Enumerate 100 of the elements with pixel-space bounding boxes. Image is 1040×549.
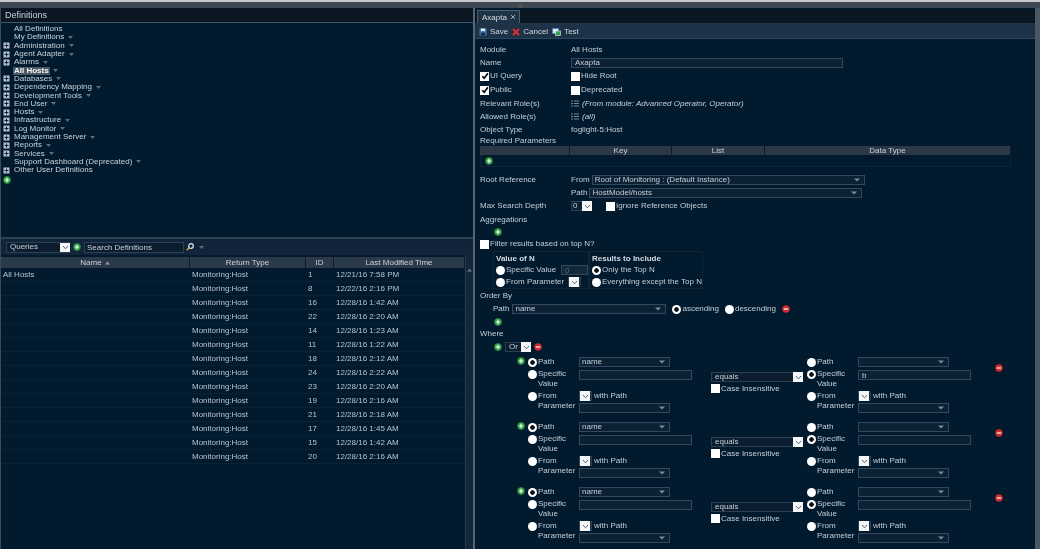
checkbox[interactable] [711, 384, 720, 394]
menu-caret-icon[interactable] [60, 127, 66, 131]
radio-button[interactable] [528, 499, 537, 509]
expand-icon[interactable] [3, 133, 10, 141]
remove-icon[interactable] [995, 429, 1003, 437]
column-header[interactable]: Return Type [190, 257, 306, 268]
column-header[interactable]: List [672, 146, 765, 156]
column-header[interactable]: Key [570, 146, 672, 156]
combo-box[interactable]: Or [505, 342, 531, 352]
text-field[interactable] [579, 370, 692, 380]
tree-item[interactable]: Infrastructure [13, 116, 63, 125]
radio-button[interactable] [807, 391, 816, 401]
combo-box[interactable] [858, 456, 871, 466]
combo-box[interactable]: equals [711, 437, 803, 447]
list-icon[interactable] [571, 100, 580, 107]
menu-caret-icon[interactable] [136, 160, 142, 164]
scroll-up-icon[interactable] [467, 268, 472, 272]
radio-button[interactable] [807, 369, 816, 379]
combo-box[interactable] [858, 391, 871, 401]
expand-icon[interactable] [3, 150, 10, 158]
radio-button[interactable] [528, 391, 537, 401]
remove-icon[interactable] [995, 364, 1003, 372]
dropdown[interactable]: name [579, 487, 670, 497]
tree-item[interactable]: Databases [13, 74, 54, 83]
radio-button[interactable] [807, 487, 816, 497]
combo-box[interactable]: equals [711, 502, 803, 512]
tree-item[interactable]: All Hosts [13, 66, 50, 75]
radio-button[interactable] [807, 456, 816, 466]
tree-item[interactable]: Other User Definitions [13, 166, 94, 175]
menu-caret-icon[interactable] [68, 52, 74, 56]
expand-icon[interactable] [3, 141, 10, 149]
tree-item[interactable]: Development Tools [13, 91, 83, 100]
column-header[interactable]: Data Type [765, 146, 1011, 156]
scrollbar[interactable] [465, 255, 473, 549]
tree-item[interactable]: Hosts [13, 108, 36, 117]
tree-item[interactable]: All Definitions [13, 25, 64, 34]
remove-icon[interactable] [781, 305, 790, 313]
combo-box[interactable]: 0 [571, 201, 592, 211]
expand-icon[interactable] [3, 116, 10, 124]
add-icon[interactable] [494, 343, 502, 351]
add-icon[interactable] [517, 487, 525, 495]
tree-item[interactable]: Services [13, 149, 46, 158]
menu-caret-icon[interactable] [38, 110, 44, 114]
menu-caret-icon[interactable] [51, 102, 57, 106]
expand-icon[interactable] [3, 42, 10, 50]
expand-icon[interactable] [3, 50, 10, 58]
checkbox[interactable] [711, 514, 720, 524]
remove-icon[interactable] [995, 494, 1003, 502]
expand-icon[interactable] [3, 108, 10, 116]
menu-caret-icon[interactable] [56, 77, 62, 81]
list-icon[interactable] [571, 113, 580, 120]
tree-item[interactable]: Alarms [13, 58, 40, 67]
menu-caret-icon[interactable] [199, 245, 204, 249]
combo-box[interactable] [579, 391, 592, 401]
menu-caret-icon[interactable] [48, 152, 54, 156]
menu-caret-icon[interactable] [46, 143, 51, 147]
add-icon[interactable] [3, 175, 11, 184]
tree-item[interactable]: Dependency Mapping [13, 83, 93, 92]
menu-caret-icon[interactable] [52, 69, 58, 73]
dropdown[interactable]: name [579, 357, 670, 367]
tree-item[interactable]: Administration [13, 41, 66, 50]
add-icon[interactable] [517, 357, 525, 365]
tree-item[interactable]: Log Monitor [13, 124, 58, 133]
search-field[interactable]: Search Definitions [84, 241, 184, 253]
menu-caret-icon[interactable] [42, 60, 48, 64]
checkbox[interactable] [480, 85, 489, 95]
search-icon[interactable] [186, 243, 194, 251]
radio-button[interactable] [592, 265, 601, 275]
add-icon[interactable] [485, 156, 493, 165]
menu-caret-icon[interactable] [90, 135, 96, 139]
menu-caret-icon[interactable] [68, 44, 74, 48]
checkbox[interactable] [606, 201, 615, 211]
combo-box[interactable] [579, 456, 592, 466]
test-button[interactable]: Test [552, 26, 579, 38]
radio-button[interactable] [528, 434, 537, 444]
name-field[interactable]: Axapta [571, 57, 843, 68]
radio-button[interactable] [528, 456, 537, 466]
radio-button[interactable] [807, 499, 816, 509]
expand-icon[interactable] [3, 125, 10, 133]
add-icon[interactable] [517, 422, 525, 430]
tree-item[interactable]: Agent Adapter [13, 50, 66, 59]
remove-icon[interactable] [534, 343, 542, 351]
text-field[interactable] [858, 435, 971, 445]
menu-caret-icon[interactable] [85, 94, 91, 97]
radio-button[interactable] [592, 277, 601, 287]
save-button[interactable]: Save [479, 26, 509, 38]
expand-icon[interactable] [3, 83, 10, 91]
combo-box[interactable]: Queries [6, 241, 70, 253]
expand-icon[interactable] [3, 58, 10, 66]
radio-button[interactable] [528, 369, 537, 379]
column-header[interactable]: ID [306, 257, 334, 268]
column-header[interactable]: Name [1, 257, 190, 268]
cancel-button[interactable]: Cancel [512, 26, 549, 38]
tree-item[interactable]: End User [13, 99, 49, 108]
combo-box[interactable]: equals [711, 372, 803, 382]
radio-button[interactable] [807, 357, 816, 367]
checkbox[interactable] [571, 85, 580, 95]
menu-caret-icon[interactable] [68, 35, 74, 39]
combo-box[interactable] [579, 521, 592, 531]
expand-icon[interactable] [3, 100, 10, 108]
